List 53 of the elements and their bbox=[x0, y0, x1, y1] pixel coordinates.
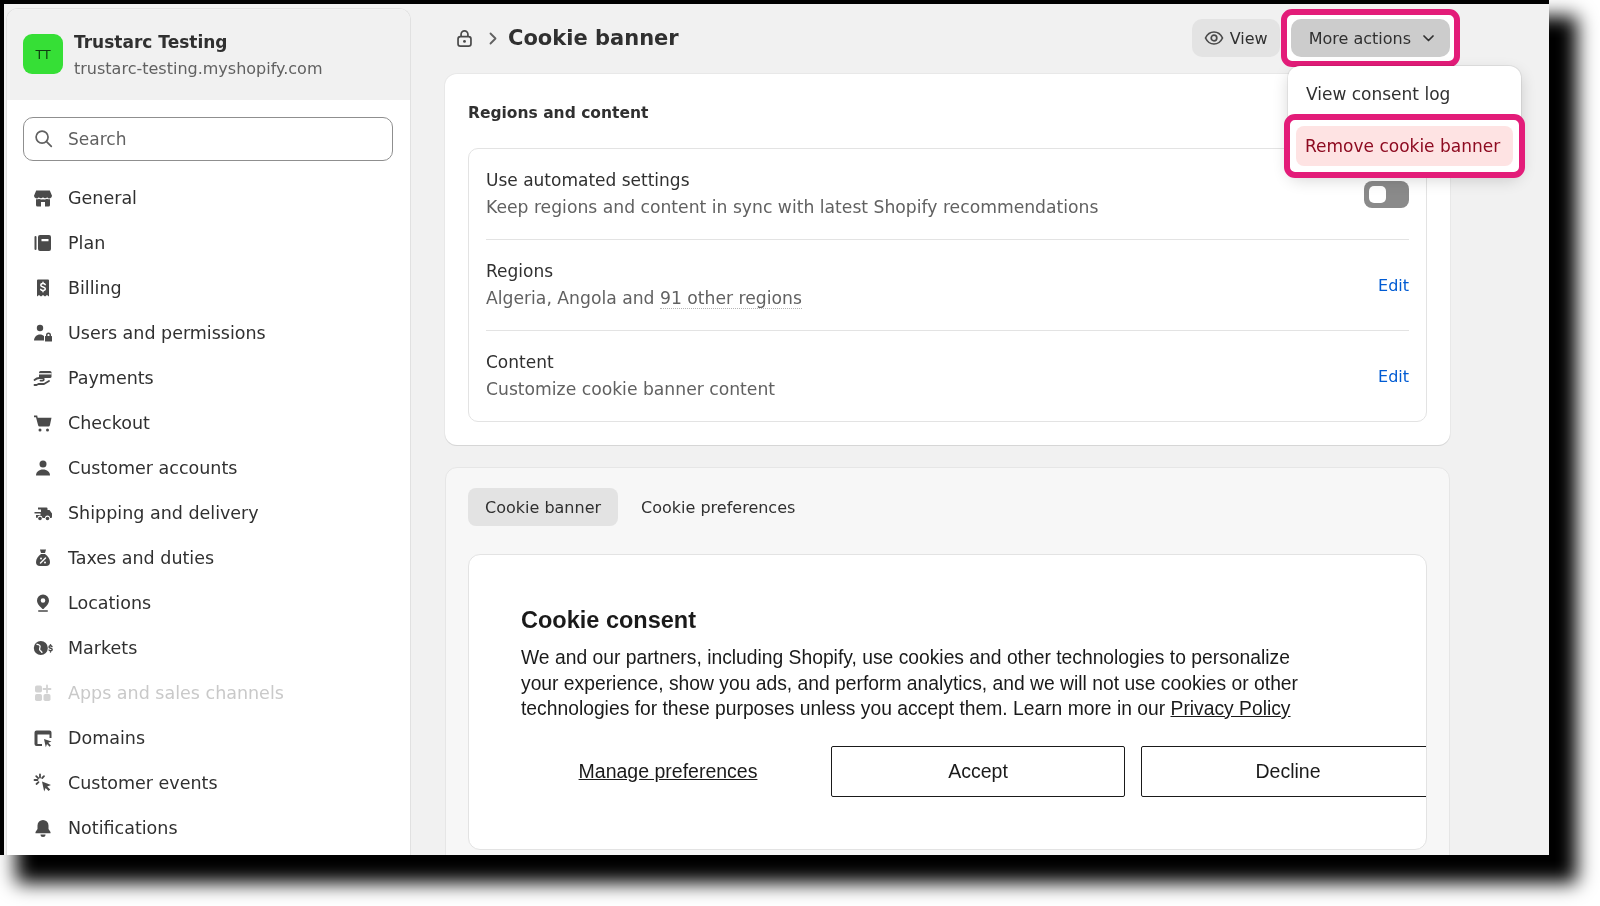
search-field[interactable]: Search bbox=[23, 117, 393, 161]
nav-item[interactable]: Customer accounts bbox=[7, 445, 248, 490]
consent-button[interactable]: Accept bbox=[831, 745, 1125, 797]
nav-item[interactable]: Customer events bbox=[7, 760, 228, 805]
edit-link[interactable]: Edit bbox=[1378, 366, 1409, 386]
nav-item[interactable]: Taxes and duties bbox=[7, 535, 225, 580]
nav-item[interactable]: Notifications bbox=[7, 805, 188, 850]
consent-button[interactable]: Decline bbox=[1141, 745, 1426, 797]
tab[interactable]: Cookie preferences bbox=[624, 488, 813, 526]
nav-item[interactable]: General bbox=[7, 175, 147, 220]
chevron-right-icon bbox=[489, 31, 497, 45]
row-title: Content bbox=[486, 351, 555, 374]
nav-item[interactable]: Billing bbox=[7, 265, 132, 310]
store-avatar: TT bbox=[23, 34, 63, 74]
nav-item[interactable]: Checkout bbox=[7, 400, 160, 445]
more-actions-button[interactable]: More actions bbox=[1290, 19, 1450, 57]
menu-item[interactable]: Remove cookie banner bbox=[1296, 126, 1513, 166]
edit-link[interactable]: Edit bbox=[1378, 275, 1409, 295]
page-title: Cookie banner bbox=[508, 25, 679, 52]
lock-icon bbox=[455, 28, 474, 48]
nav-item[interactable]: Shipping and delivery bbox=[7, 490, 269, 535]
nav-item[interactable]: Payments bbox=[7, 355, 164, 400]
eye-icon bbox=[1203, 28, 1224, 48]
row-title: Use automated settings bbox=[486, 169, 691, 192]
store-name: Trustarc Testing bbox=[74, 31, 229, 53]
banner-title: Cookie consent bbox=[521, 607, 697, 634]
row-description: Algeria, Angola and 91 other regions bbox=[486, 287, 802, 311]
bell-icon bbox=[33, 817, 53, 838]
row-description: Customize cookie banner content bbox=[486, 378, 776, 401]
nav-item[interactable]: Markets bbox=[7, 625, 148, 670]
manage-preferences-link[interactable]: Manage preferences bbox=[578, 759, 758, 783]
cursor-click-icon bbox=[33, 772, 53, 793]
nav-item[interactable]: Locations bbox=[7, 580, 162, 625]
search-icon bbox=[34, 129, 53, 148]
tab[interactable]: Cookie banner bbox=[468, 488, 619, 526]
nav-item[interactable]: Plan bbox=[7, 220, 116, 265]
nav-item[interactable]: Users and permissions bbox=[7, 310, 276, 355]
menu-item[interactable]: View consent log bbox=[1297, 74, 1512, 114]
regions-tooltip-link[interactable]: 91 other regions bbox=[660, 288, 802, 309]
user-lock-icon bbox=[33, 322, 53, 343]
view-button[interactable]: View bbox=[1191, 19, 1280, 57]
money-bag-icon bbox=[33, 547, 53, 568]
banner-text: We and our partners, including Shopify, use cookies and other technologies to personalize your experience, show you ads, and perform analytics, and we will not use cookies or other technologies for these purposes unless you accept them. Learn more in our Privacy Policy bbox=[521, 646, 1299, 721]
privacy-policy-link[interactable]: Privacy Policy bbox=[1170, 698, 1291, 719]
store-domain: trustarc-testing.myshopify.com bbox=[74, 58, 323, 80]
nav-item[interactable]: Domains bbox=[7, 715, 156, 760]
caret-down-icon bbox=[1423, 34, 1434, 42]
apps-plus-icon bbox=[33, 682, 53, 703]
row-description: Keep regions and content in sync with latest Shopify recommendations bbox=[486, 196, 1099, 219]
toggle-switch[interactable] bbox=[1364, 180, 1409, 208]
row-title: Regions bbox=[486, 260, 555, 283]
document-icon bbox=[33, 232, 53, 253]
card-title: Regions and content bbox=[468, 103, 650, 124]
